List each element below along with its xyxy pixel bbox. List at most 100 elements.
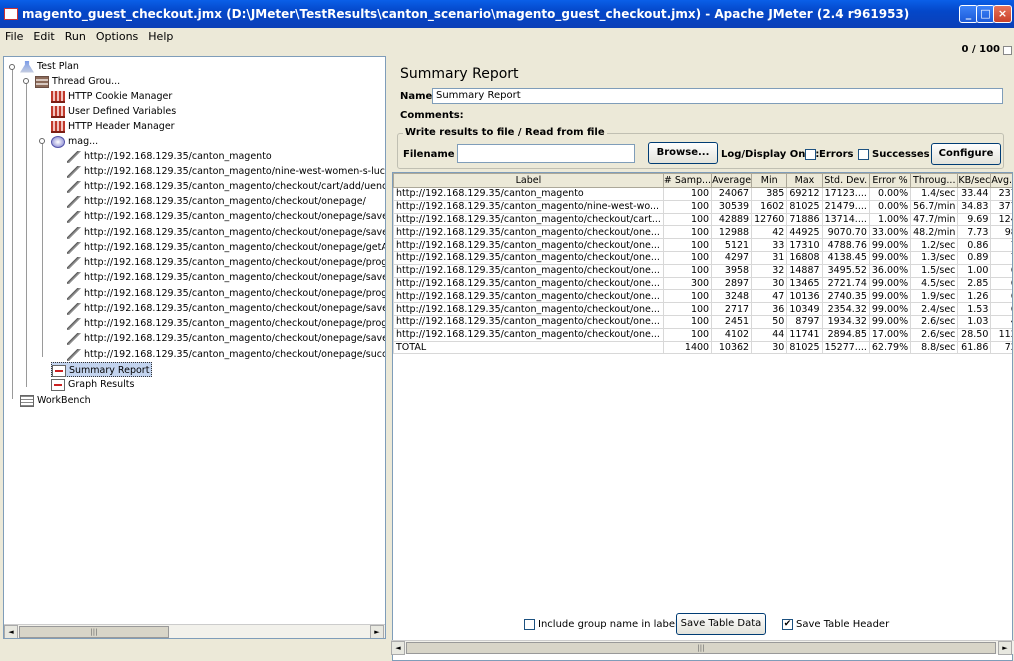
cell-value: 2.4/sec [910,302,959,316]
tree-node-sampler[interactable]: http://192.168.129.35/canton_magento/che… [67,240,385,255]
tree-node-cookie-manager[interactable]: HTTP Cookie Manager [51,89,172,104]
cell-value: 30 [751,276,788,291]
configure-button[interactable]: Configure [931,143,1001,165]
table-row[interactable]: http://192.168.129.35/canton_magento/che… [393,250,1012,265]
scroll-thumb[interactable]: ||| [19,626,169,638]
summary-table-area[interactable]: Label # Samp... Average Min Max Std. Dev… [392,172,1013,661]
tree-node-sampler[interactable]: http://192.168.129.35/canton_magento/che… [67,347,385,362]
cell-label: http://192.168.129.35/canton_magento/che… [393,302,664,316]
table-row[interactable]: http://192.168.129.35/canton_magento/nin… [393,199,1012,214]
tree-node-sampler[interactable]: http://192.168.129.35/canton_magento/nin… [67,164,385,179]
cell-value: 300 [662,276,713,291]
cell-value: 34.83 [957,199,992,214]
table-row[interactable]: http://192.168.129.35/canton_magento/che… [393,238,1012,252]
table-row[interactable]: http://192.168.129.35/canton_magento/che… [393,225,1012,240]
test-plan-tree[interactable]: Test Plan Thread Grou... HTTP Cookie Man… [3,56,386,639]
tree-node-sampler[interactable]: http://192.168.129.35/canton_magento/che… [67,255,385,270]
cell-value: 17123.... [821,187,870,201]
table-row[interactable]: http://192.168.129.35/canton_magento/che… [393,263,1012,278]
tree-node-sampler[interactable]: http://192.168.129.35/canton_magento/che… [67,225,385,240]
tree-node-sampler[interactable]: http://192.168.129.35/canton_magento/che… [67,301,385,316]
tree-node-user-defined-variables[interactable]: User Defined Variables [51,104,176,119]
scroll-right-arrow-icon[interactable]: ► [998,641,1012,655]
tree-node-controller[interactable]: mag... [51,134,98,149]
cell-value: 30539 [711,199,753,214]
include-group-checkbox[interactable] [524,619,535,630]
column-header-samples[interactable]: # Samp... [662,173,713,188]
panel-title: Summary Report [400,66,519,82]
tree-node-sampler[interactable]: http://192.168.129.35/canton_magento/che… [67,194,366,209]
scroll-thumb[interactable]: ||| [406,642,996,654]
column-header-min[interactable]: Min [751,173,788,188]
table-row[interactable]: http://192.168.129.35/canton_magento/che… [393,212,1012,227]
column-header-label[interactable]: Label [393,173,664,188]
tree-node-sampler[interactable]: http://192.168.129.35/canton_magento/che… [67,316,385,331]
menu-file[interactable]: File [0,28,28,46]
menu-edit[interactable]: Edit [28,28,59,46]
tree-node-sampler[interactable]: http://192.168.129.35/canton_magento/che… [67,209,385,224]
filename-input[interactable] [457,144,635,163]
tree-node-header-manager[interactable]: HTTP Header Manager [51,119,175,134]
window-title-bar[interactable]: magento_guest_checkout.jmx (D:\JMeter\Te… [0,0,1014,28]
cell-value: 100 [662,289,713,304]
save-table-data-button[interactable]: Save Table Data [676,613,766,635]
table-row[interactable]: http://192.168.129.35/canton_magento/che… [393,289,1012,304]
tree-node-sampler[interactable]: http://192.168.129.35/canton_magento/che… [67,286,385,301]
name-field[interactable]: Summary Report [432,88,1003,104]
cell-value: 401.8 [990,314,1012,329]
menu-options[interactable]: Options [91,28,143,46]
cell-value: 10362 [711,340,753,355]
column-header-average[interactable]: Average [711,173,753,188]
tree-node-workbench[interactable]: WorkBench [20,393,91,408]
table-row[interactable]: http://192.168.129.35/canton_magento/che… [393,314,1012,329]
cell-value: 56.7/min [910,199,959,214]
cell-value: 3958 [711,263,753,278]
close-button[interactable]: × [993,5,1012,23]
scroll-right-arrow-icon[interactable]: ► [370,625,384,638]
table-row[interactable]: http://192.168.129.35/canton_magento/che… [393,327,1012,342]
http-sampler-icon [67,150,81,163]
cell-value: 2.85 [957,276,992,291]
table-total-row[interactable]: TOTAL 1400 10362 30 81025 15277.... 62.79% 8.8/… [393,340,1012,355]
scroll-left-arrow-icon[interactable]: ◄ [391,641,405,655]
column-header-avg-bytes[interactable]: Avg. Byt... [990,173,1012,188]
successes-label: Successes [872,149,930,160]
tree-node-thread-group[interactable]: Thread Grou... [35,74,120,89]
menu-run[interactable]: Run [60,28,91,46]
tree-node-sampler[interactable]: http://192.168.129.35/canton_magento/che… [67,179,385,194]
table-row[interactable]: http://192.168.129.35/canton_magento 100 2… [393,187,1012,201]
browse-button[interactable]: Browse... [648,142,718,164]
cell-value: 99.00% [868,314,912,329]
tree-node-summary-report[interactable]: Summary Report [51,362,153,377]
column-header-kb-sec[interactable]: KB/sec [957,173,992,188]
errors-checkbox[interactable] [805,149,816,160]
tree-node-sampler[interactable]: http://192.168.129.35/canton_magento [67,149,272,164]
save-table-header-checkbox[interactable]: ✔ [782,619,793,630]
cell-value: 685.7 [990,263,1012,278]
cell-value: 100 [662,199,713,214]
http-sampler-icon [67,332,81,345]
tree-horizontal-scrollbar[interactable]: ◄ ||| ► [4,624,385,638]
column-header-error[interactable]: Error % [868,173,912,188]
tree-node-test-plan[interactable]: Test Plan [20,59,79,74]
cell-value: 11741 [786,327,823,342]
column-header-std-dev[interactable]: Std. Dev. [821,173,870,188]
panel-horizontal-scrollbar[interactable]: ◄ ||| ► [391,640,1014,655]
table-row[interactable]: http://192.168.129.35/canton_magento/che… [393,276,1012,291]
scroll-left-arrow-icon[interactable]: ◄ [4,625,18,638]
table-row[interactable]: http://192.168.129.35/canton_magento/che… [393,302,1012,316]
tree-node-sampler[interactable]: http://192.168.129.35/canton_magento/che… [67,270,385,285]
tree-node-sampler[interactable]: http://192.168.129.35/canton_magento/che… [67,331,385,346]
tree-node-graph-results[interactable]: Graph Results [51,377,134,392]
cell-value: 4297 [711,250,753,265]
cell-value: 48.2/min [910,225,959,240]
cell-value: 8.8/sec [910,340,959,355]
cell-value: 10136 [786,289,823,304]
menu-bar: File Edit Run Options Help [0,28,1014,46]
menu-help[interactable]: Help [143,28,178,46]
successes-checkbox[interactable] [858,149,869,160]
cell-value: 3495.52 [821,263,870,278]
cell-label: http://192.168.129.35/canton_magento/che… [393,212,664,227]
column-header-max[interactable]: Max [786,173,823,188]
column-header-throughput[interactable]: Throug... [910,173,959,188]
